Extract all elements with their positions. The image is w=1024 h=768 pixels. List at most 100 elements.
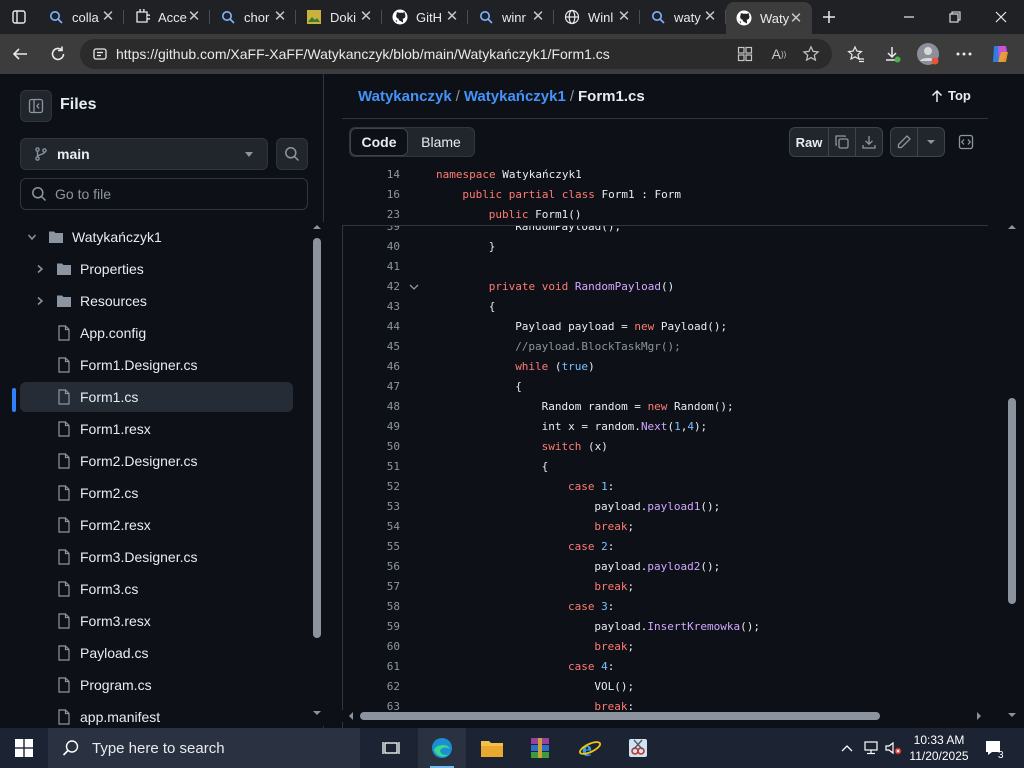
search-code-button[interactable] [276, 138, 308, 170]
close-tab-icon[interactable]: ✕ [702, 9, 718, 25]
line-number[interactable]: 57 [342, 580, 400, 593]
go-to-file-field[interactable] [20, 178, 308, 210]
line-number[interactable]: 52 [342, 480, 400, 493]
favorites-button[interactable] [840, 38, 872, 70]
new-tab-button[interactable] [812, 0, 846, 34]
task-view-button[interactable] [368, 728, 416, 768]
tree-file[interactable]: Program.cs [20, 670, 293, 700]
tree-file[interactable]: App.config [20, 318, 293, 348]
browser-tab[interactable]: Waty ✕ [726, 2, 812, 34]
app-available-icon[interactable] [734, 43, 756, 65]
close-tab-icon[interactable]: ✕ [530, 9, 546, 25]
line-number[interactable]: 41 [342, 260, 400, 273]
tab-code[interactable]: Code [350, 128, 408, 156]
go-to-file-input[interactable] [55, 186, 295, 202]
line-number[interactable]: 50 [342, 440, 400, 453]
tree-file[interactable]: Form3.resx [20, 606, 293, 636]
close-tab-icon[interactable]: ✕ [272, 9, 288, 25]
minimize-button[interactable] [886, 0, 932, 34]
back-button[interactable] [4, 38, 36, 70]
taskbar-internet-explorer[interactable]: e [566, 728, 614, 768]
line-number[interactable]: 14 [342, 168, 400, 181]
line-number[interactable]: 44 [342, 320, 400, 333]
fold-chevron-icon[interactable] [408, 282, 420, 292]
top-link[interactable]: Top [930, 88, 971, 103]
code-horizontal-scroll-thumb[interactable] [360, 712, 880, 720]
taskbar-file-explorer[interactable] [468, 728, 516, 768]
line-number[interactable]: 62 [342, 680, 400, 693]
close-tab-icon[interactable]: ✕ [358, 9, 374, 25]
notification-center-button[interactable]: 3 [978, 728, 1010, 768]
tree-file[interactable]: Form3.cs [20, 574, 293, 604]
tab-actions-button[interactable] [0, 0, 38, 34]
raw-button[interactable]: Raw [789, 127, 829, 157]
collapse-sidebar-button[interactable] [20, 90, 52, 122]
line-number[interactable]: 23 [342, 208, 400, 221]
copilot-button[interactable] [984, 38, 1016, 70]
refresh-button[interactable] [42, 38, 74, 70]
tree-folder[interactable]: Resources [20, 286, 293, 316]
line-number[interactable]: 42 [342, 280, 400, 293]
page-scroll-thumb[interactable] [1008, 398, 1016, 604]
edit-options-button[interactable] [917, 127, 945, 157]
close-tab-icon[interactable]: ✕ [186, 9, 202, 25]
tree-file[interactable]: Form1.Designer.cs [20, 350, 293, 380]
line-number[interactable]: 61 [342, 660, 400, 673]
line-number[interactable]: 16 [342, 188, 400, 201]
favorite-star-icon[interactable] [800, 43, 822, 65]
line-number[interactable]: 40 [342, 240, 400, 253]
tree-file[interactable]: app.manifest [20, 702, 293, 726]
taskbar-search-box[interactable]: Type here to search [48, 728, 360, 768]
browser-tab[interactable]: waty ✕ [640, 0, 726, 34]
line-number[interactable]: 47 [342, 380, 400, 393]
copy-raw-button[interactable] [828, 127, 856, 157]
browser-tab[interactable]: GitH ✕ [382, 0, 468, 34]
site-info-icon[interactable] [90, 44, 110, 64]
taskbar-edge[interactable] [418, 728, 466, 768]
close-tab-icon[interactable]: ✕ [616, 9, 632, 25]
tree-folder[interactable]: Properties [20, 254, 293, 284]
line-number[interactable]: 58 [342, 600, 400, 613]
volume-tray-button[interactable] [882, 728, 904, 768]
tree-file[interactable]: Form1.cs [20, 382, 293, 412]
settings-more-button[interactable] [948, 38, 980, 70]
chevron-right-icon[interactable] [32, 293, 48, 309]
line-number[interactable]: 45 [342, 340, 400, 353]
line-number[interactable]: 53 [342, 500, 400, 513]
line-number[interactable]: 60 [342, 640, 400, 653]
line-number[interactable]: 54 [342, 520, 400, 533]
download-raw-button[interactable] [855, 127, 883, 157]
tree-file[interactable]: Form1.resx [20, 414, 293, 444]
tree-file[interactable]: Form2.cs [20, 478, 293, 508]
network-tray-button[interactable] [860, 728, 882, 768]
start-button[interactable] [0, 728, 48, 768]
chevron-right-icon[interactable] [32, 261, 48, 277]
line-number[interactable]: 63 [342, 700, 400, 710]
line-number[interactable]: 43 [342, 300, 400, 313]
browser-tab[interactable]: Acce ✕ [124, 0, 210, 34]
show-hidden-icons-button[interactable] [838, 728, 856, 768]
chevron-down-icon[interactable] [24, 229, 40, 245]
tree-folder[interactable]: Watykańczyk1 [20, 222, 293, 252]
taskbar-clock[interactable]: 10:33 AM 11/20/2025 [904, 732, 974, 764]
breadcrumb-repo-link[interactable]: Watykanczyk [358, 88, 452, 105]
browser-tab[interactable]: chor ✕ [210, 0, 296, 34]
line-number[interactable]: 51 [342, 460, 400, 473]
close-tab-icon[interactable]: ✕ [444, 9, 460, 25]
close-window-button[interactable] [978, 0, 1024, 34]
page-vertical-scrollbar[interactable] [1004, 222, 1020, 722]
browser-tab[interactable]: winr ✕ [468, 0, 554, 34]
sidebar-scrollbar[interactable] [310, 222, 324, 726]
edit-file-button[interactable] [890, 127, 918, 157]
browser-tab[interactable]: Doki ✕ [296, 0, 382, 34]
sidebar-scroll-thumb[interactable] [313, 238, 321, 638]
address-bar[interactable]: https://github.com/XaFF-XaFF/Watykanczyk… [80, 39, 832, 69]
tree-file[interactable]: Payload.cs [20, 638, 293, 668]
tree-file[interactable]: Form2.resx [20, 510, 293, 540]
line-number[interactable]: 55 [342, 540, 400, 553]
browser-tab[interactable]: Winl ✕ [554, 0, 640, 34]
tree-file[interactable]: Form2.Designer.cs [20, 446, 293, 476]
line-number[interactable]: 46 [342, 360, 400, 373]
taskbar-app-snipping[interactable] [614, 728, 662, 768]
line-number[interactable]: 48 [342, 400, 400, 413]
